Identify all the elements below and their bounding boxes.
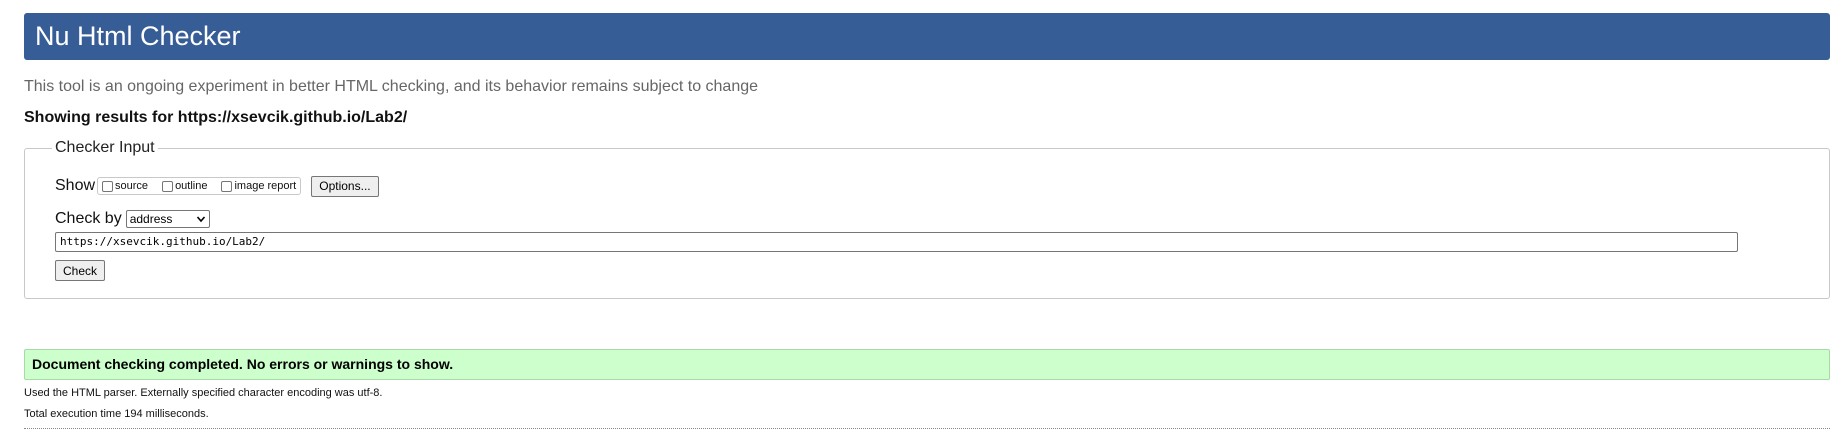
check-by-row: Check by address [55,209,210,229]
url-input[interactable]: https://xsevcik.github.io/Lab2/ [55,232,1738,252]
check-by-select[interactable]: address [125,210,210,228]
checker-input-fieldset: Checker Input Show source outline image … [24,139,1830,299]
check-by-select-value: address [129,212,173,226]
page: Nu Html Checker This tool is an ongoing … [0,0,1841,431]
page-title: Nu Html Checker [35,21,241,51]
status-message: Document checking completed. No errors o… [24,349,1830,380]
intro-text: This tool is an ongoing experiment in be… [24,78,759,95]
source-checkbox-label[interactable]: source [115,180,148,192]
check-button[interactable]: Check [55,260,106,281]
outline-checkbox-label[interactable]: outline [175,180,207,192]
execution-time: Total execution time 194 milliseconds. [24,408,209,420]
chevron-down-icon [196,216,205,223]
checker-input-legend: Checker Input [52,139,158,157]
image-report-checkbox-label[interactable]: image report [234,180,296,192]
showing-results-heading: Showing results for https://xsevcik.gith… [24,109,408,126]
image-report-checkbox[interactable] [221,180,233,192]
show-label: Show [55,177,96,194]
divider [24,428,1830,429]
show-row: Show source outline image report Options… [55,175,379,197]
header-bar: Nu Html Checker [24,13,1830,60]
parser-info: Used the HTML parser. Externally specifi… [24,387,383,399]
show-options-group: source outline image report [97,177,302,195]
outline-checkbox[interactable] [162,180,174,192]
options-button[interactable]: Options... [311,175,379,197]
source-checkbox[interactable] [102,180,114,192]
check-by-label: Check by [55,210,122,227]
